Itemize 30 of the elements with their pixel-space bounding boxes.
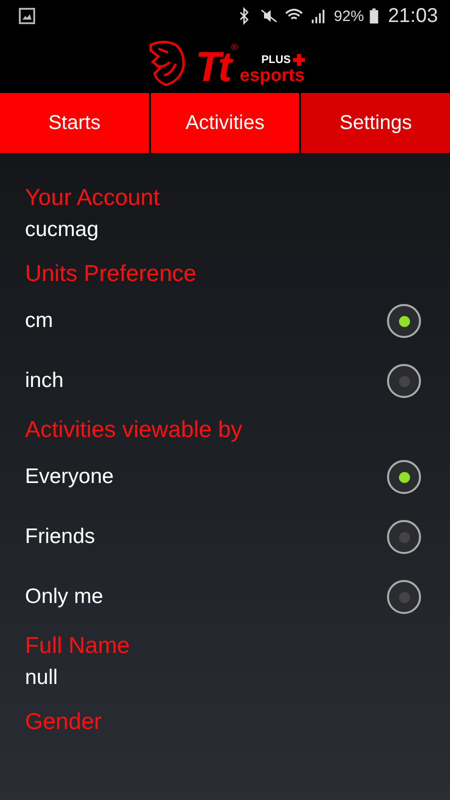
- battery-icon: [368, 7, 379, 25]
- section-heading: Full Name: [25, 631, 131, 660]
- radio-button[interactable]: [387, 460, 421, 494]
- option-label: Friends: [25, 525, 96, 549]
- field-value: null: [25, 665, 59, 691]
- mute-icon: [258, 7, 279, 25]
- radio-button[interactable]: [387, 520, 421, 554]
- logo-plus: PLUS: [261, 54, 291, 66]
- tab[interactable]: Activities: [150, 93, 300, 153]
- logo-brand: esports: [240, 66, 305, 84]
- logo-mark: Tt: [195, 42, 229, 90]
- option-label: Everyone: [25, 465, 114, 489]
- option-label: inch: [25, 369, 64, 393]
- image-icon: [18, 7, 36, 25]
- registered-mark: ®: [230, 42, 238, 52]
- field-value: cucmag: [25, 217, 100, 243]
- section-heading: Activities viewable by: [25, 415, 244, 444]
- plus-icon: [292, 54, 305, 66]
- radio-button[interactable]: [387, 364, 421, 398]
- section-heading: Gender: [25, 707, 103, 736]
- option-label: cm: [25, 309, 53, 333]
- battery-percent: 92%: [334, 8, 364, 24]
- section-heading: Your Account: [25, 183, 161, 212]
- radio-button[interactable]: [387, 304, 421, 338]
- tab[interactable]: Settings: [301, 93, 450, 153]
- radio-button[interactable]: [387, 580, 421, 614]
- option-label: Only me: [25, 585, 104, 609]
- clock: 21:03: [388, 4, 438, 28]
- tab[interactable]: Starts: [0, 93, 149, 153]
- section-heading: Units Preference: [25, 259, 198, 288]
